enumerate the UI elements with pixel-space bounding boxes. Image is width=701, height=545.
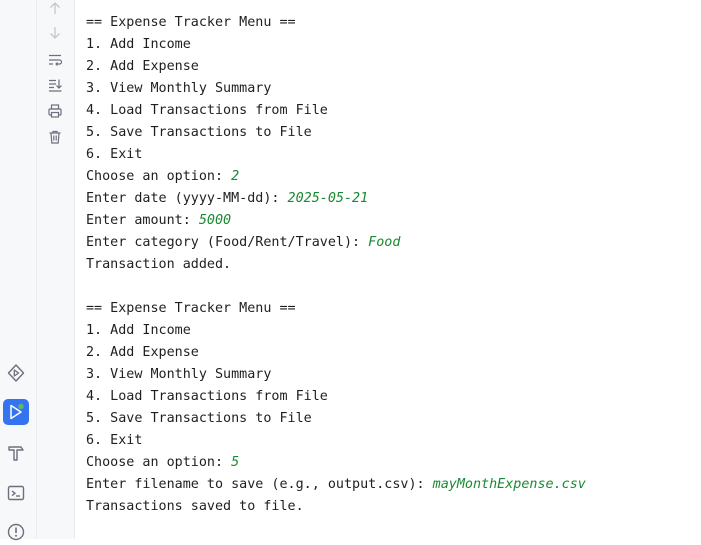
console-text: Choose an option: (86, 169, 232, 184)
console-text: 6. Exit (86, 147, 143, 162)
console-text: Enter category (Food/Rent/Travel): (86, 235, 369, 250)
console-line: == Expense Tracker Menu == (86, 12, 701, 34)
console-line: 1. Add Income (86, 320, 701, 342)
console-text: 2. Add Expense (86, 59, 199, 74)
build-icon[interactable] (3, 440, 29, 466)
console-line: Enter filename to save (e.g., output.csv… (86, 474, 701, 496)
console-text: 5. Save Transactions to File (86, 411, 312, 426)
console-line: Enter category (Food/Rent/Travel): Food (86, 232, 701, 254)
console-line: Transaction added. (86, 254, 701, 276)
console-text: 2. Add Expense (86, 345, 199, 360)
console-text: Choose an option: (86, 455, 232, 470)
console-output[interactable]: == Expense Tracker Menu == 1. Add Income 2… (86, 12, 701, 518)
console-line: 6. Exit (86, 144, 701, 166)
console-line: 2. Add Expense (86, 342, 701, 364)
scroll-up-icon[interactable] (44, 0, 66, 18)
console-line: 6. Exit (86, 430, 701, 452)
console-text: Transactions saved to file. (86, 499, 304, 514)
clear-all-icon[interactable] (44, 127, 66, 147)
soft-wrap-icon[interactable] (44, 50, 66, 70)
console-text: 4. Load Transactions from File (86, 389, 328, 404)
terminal-icon[interactable] (3, 480, 29, 506)
console-toolbar (37, 0, 75, 539)
console-line: 1. Add Income (86, 34, 701, 56)
console-line: 5. Save Transactions to File (86, 122, 701, 144)
user-input: 2 (231, 169, 240, 184)
console-text: 3. View Monthly Summary (86, 81, 272, 96)
console-line: 3. View Monthly Summary (86, 364, 701, 386)
console-text: 6. Exit (86, 433, 143, 448)
console-line: == Expense Tracker Menu == (86, 298, 701, 320)
console-text: 3. View Monthly Summary (86, 367, 272, 382)
user-input: 5 (231, 455, 240, 470)
user-input: 2025-05-21 (287, 191, 369, 206)
console-text: Enter filename to save (e.g., output.csv… (86, 477, 433, 492)
problems-icon[interactable] (3, 519, 29, 545)
console-text: Transaction added. (86, 257, 232, 272)
tool-window-sidebar (0, 0, 37, 541)
console-text: 4. Load Transactions from File (86, 103, 328, 118)
console-line: Transactions saved to file. (86, 496, 701, 518)
console-text: 5. Save Transactions to File (86, 125, 312, 140)
console-line: 3. View Monthly Summary (86, 78, 701, 100)
console-text: == Expense Tracker Menu == (86, 15, 296, 30)
user-input: 5000 (198, 213, 232, 228)
print-icon[interactable] (44, 101, 66, 121)
console-text: Enter date (yyyy-MM-dd): (86, 191, 288, 206)
scroll-down-icon[interactable] (44, 23, 66, 43)
run-icon[interactable] (3, 399, 29, 425)
console-line: 4. Load Transactions from File (86, 386, 701, 408)
console-line: Enter date (yyyy-MM-dd): 2025-05-21 (86, 188, 701, 210)
user-input: Food (368, 235, 401, 250)
user-input: mayMonthExpense.csv (432, 477, 586, 492)
console-line: 5. Save Transactions to File (86, 408, 701, 430)
console-line: 4. Load Transactions from File (86, 100, 701, 122)
console-line: Choose an option: 5 (86, 452, 701, 474)
console-text: 1. Add Income (86, 37, 191, 52)
console-line: 2. Add Expense (86, 56, 701, 78)
console-line: Enter amount: 5000 (86, 210, 701, 232)
console-text: == Expense Tracker Menu == (86, 301, 296, 316)
console-line: Choose an option: 2 (86, 166, 701, 188)
console-text: 1. Add Income (86, 323, 191, 338)
console-text: Enter amount: (86, 213, 199, 228)
scroll-to-end-icon[interactable] (44, 75, 66, 95)
services-icon[interactable] (3, 360, 29, 386)
